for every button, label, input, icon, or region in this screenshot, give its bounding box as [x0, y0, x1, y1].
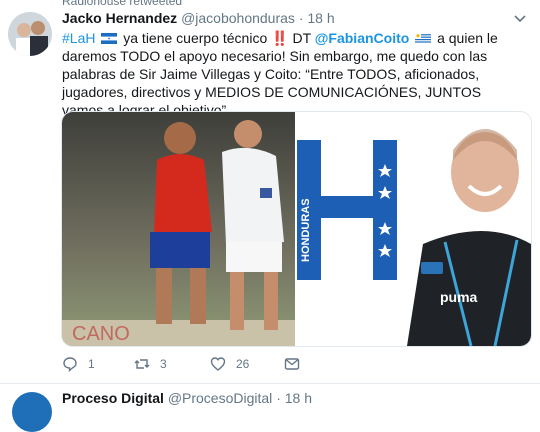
- media-photo-coach[interactable]: HONDURAS puma: [295, 112, 531, 346]
- uruguay-flag-icon: [415, 30, 432, 44]
- retweet-icon: [134, 359, 150, 369]
- honduras-flag-icon: [101, 30, 118, 44]
- text-part-1: ya tiene cuerpo técnico: [119, 30, 272, 46]
- tweet-header: Jacko Hernandez @jacobohonduras · 18 h: [62, 10, 335, 26]
- reply-count: 1: [88, 357, 95, 371]
- next-separator: ·: [276, 390, 281, 406]
- chevron-down-icon[interactable]: [512, 10, 528, 26]
- hashtag-link[interactable]: #LaH: [62, 30, 95, 46]
- like-count: 26: [236, 357, 250, 371]
- direct-message-button[interactable]: [284, 356, 300, 372]
- next-author-name[interactable]: Proceso Digital: [62, 390, 164, 406]
- text-part-2: DT: [288, 30, 315, 46]
- separator: ·: [298, 10, 304, 26]
- svg-text:CANO: CANO: [72, 323, 130, 345]
- mail-icon: [284, 358, 300, 370]
- honduras-banner-text: HONDURAS: [300, 198, 312, 262]
- reply-icon: [63, 357, 77, 372]
- next-tweet-avatar[interactable]: [12, 392, 52, 432]
- next-tweet-header: Proceso Digital @ProcesoDigital · 18 h: [62, 390, 312, 406]
- retweet-button[interactable]: 3: [134, 356, 167, 372]
- heart-icon: [210, 357, 226, 371]
- next-author-handle[interactable]: @ProcesoDigital: [168, 390, 272, 406]
- media-photo-players[interactable]: CANO: [62, 112, 295, 346]
- author-handle[interactable]: @jacobohonduras: [181, 10, 295, 26]
- retweet-count: 3: [160, 357, 167, 371]
- tweet[interactable]: Jacko Hernandez @jacobohonduras · 18 h #…: [0, 0, 540, 384]
- tweet-media[interactable]: CANO HONDURAS puma: [61, 111, 532, 347]
- svg-text:puma: puma: [440, 289, 478, 305]
- mention-link[interactable]: @FabianCoito: [315, 30, 410, 46]
- double-exclamation-icon: ‼️: [271, 30, 289, 46]
- next-tweet[interactable]: Proceso Digital @ProcesoDigital · 18 h: [0, 384, 540, 432]
- avatar[interactable]: [8, 12, 52, 56]
- like-button[interactable]: 26: [210, 356, 249, 372]
- tweet-text: #LaH ya tiene cuerpo técnico ‼️ DT @Fabi…: [62, 29, 522, 119]
- reply-button[interactable]: 1: [62, 356, 95, 372]
- timestamp[interactable]: 18 h: [307, 10, 334, 26]
- next-timestamp[interactable]: 18 h: [285, 390, 312, 406]
- author-name[interactable]: Jacko Hernandez: [62, 10, 177, 26]
- tweet-actions: 1 3 26: [62, 356, 362, 376]
